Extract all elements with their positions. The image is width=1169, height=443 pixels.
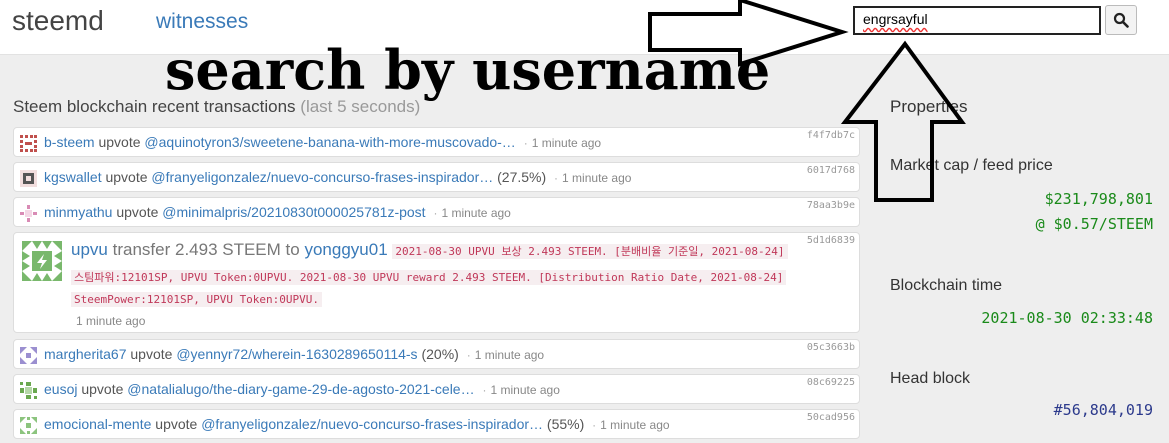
tx-hash-link[interactable]: 08c69225	[807, 377, 855, 388]
tx-weight: (27.5%)	[497, 169, 547, 185]
tx-target-link[interactable]: @yennyr72/wherein-1630289650114-s	[176, 346, 417, 362]
tx-user-link[interactable]: margherita67	[44, 346, 127, 362]
transfer-recipient-link[interactable]: yonggyu01	[304, 240, 387, 259]
tx-target-link[interactable]: @natalialugo/the-diary-game-29-de-agosto…	[127, 381, 474, 397]
transfer-memo-part-1: 2021-08-30 UPVU 보상 2.493 STEEM. [분배비율 기준…	[392, 244, 788, 259]
nav-link-witnesses[interactable]: witnesses	[156, 10, 248, 34]
separator-dot: ·	[482, 383, 487, 397]
magnifier-icon	[1113, 12, 1129, 28]
annotation-caption: search by username	[165, 38, 771, 102]
transfer-memo-part-2: 스팀파워:12101SP, UPVU Token:0UPVU. 2021-08-…	[71, 270, 787, 285]
separator-dot: ·	[523, 136, 528, 150]
tx-user-link[interactable]: eusoj	[44, 381, 77, 397]
transfer-memo-part-3: SteemPower:12101SP, UPVU Token:0UPVU.	[71, 292, 323, 307]
separator-dot: ·	[466, 348, 471, 362]
user-avatar-icon	[20, 382, 37, 399]
search-input-value: engrsayful	[863, 11, 928, 27]
tx-hash-link[interactable]: 05c3663b	[807, 342, 855, 353]
tx-hash-link[interactable]: 50cad956	[807, 412, 855, 423]
feed-price-value: @ $0.57/STEEM	[1035, 215, 1153, 233]
brand-logo[interactable]: steemd	[12, 5, 104, 37]
transaction-row: margherita67 upvote @yennyr72/wherein-16…	[13, 339, 860, 369]
tx-user-link[interactable]: b-steem	[44, 134, 95, 150]
user-avatar-icon	[20, 417, 37, 434]
transaction-row: eusoj upvote @natalialugo/the-diary-game…	[13, 374, 860, 404]
properties-title: Properties	[890, 97, 968, 116]
tx-weight: (55%)	[546, 416, 585, 432]
tx-user-link[interactable]: emocional-mente	[44, 416, 151, 432]
head-block-label: Head block	[890, 370, 971, 387]
user-avatar-icon	[22, 241, 62, 281]
transfer-memo-line: SteemPower:12101SP, UPVU Token:0UPVU.	[71, 292, 323, 307]
transaction-text: kgswallet upvote @franyeligonzalez/nuevo…	[44, 169, 631, 185]
tx-time: 1 minute ago	[600, 418, 670, 432]
tx-op: upvote	[155, 416, 198, 432]
transaction-text: eusoj upvote @natalialugo/the-diary-game…	[44, 381, 560, 397]
tx-time: 1 minute ago	[441, 206, 511, 220]
tx-target-link[interactable]: @franyeligonzalez/nuevo-concurso-frases-…	[151, 169, 493, 185]
tx-time: 1 minute ago	[474, 348, 545, 362]
transaction-row: b-steem upvote @aquinotyron3/sweetene-ba…	[13, 127, 860, 157]
arrow-up-icon	[840, 40, 966, 202]
tx-hash-link[interactable]: 5d1d6839	[807, 235, 855, 246]
separator-dot: ·	[554, 171, 559, 185]
tx-time: 1 minute ago	[531, 136, 602, 150]
transaction-row: minmyathu upvote @minimalpris/20210830t0…	[13, 197, 860, 227]
tx-hash-link[interactable]: f4f7db7c	[807, 130, 855, 141]
tx-op: upvote	[98, 134, 141, 150]
tx-op: transfer	[112, 240, 171, 259]
tx-op: upvote	[116, 204, 159, 220]
tx-target-link[interactable]: @aquinotyron3/sweetene-banana-with-more-…	[144, 134, 515, 150]
blockchain-time-label: Blockchain time	[890, 277, 1003, 294]
transaction-row: kgswallet upvote @franyeligonzalez/nuevo…	[13, 162, 860, 192]
tx-user-link[interactable]: upvu	[71, 240, 108, 259]
market-cap-value: $231,798,801	[1044, 190, 1153, 208]
transfer-to-word: to	[285, 240, 300, 259]
tx-hash-link[interactable]: 6017d768	[807, 165, 855, 176]
transaction-text: margherita67 upvote @yennyr72/wherein-16…	[44, 346, 544, 362]
transfer-headline: upvu transfer 2.493 STEEM to yonggyu01 2…	[71, 240, 788, 260]
tx-weight: (20%)	[421, 346, 459, 362]
tx-time: 1 minute ago	[490, 383, 560, 397]
search-input[interactable]: engrsayful	[853, 6, 1101, 35]
tx-time: 1 minute ago	[562, 171, 632, 185]
tx-op: upvote	[105, 169, 148, 185]
user-avatar-icon	[20, 170, 37, 187]
blockchain-time-value: 2021-08-30 02:33:48	[981, 309, 1153, 327]
transaction-row: emocional-mente upvote @franyeligonzalez…	[13, 409, 860, 439]
tx-hash-link[interactable]: 78aa3b9e	[807, 200, 855, 211]
transfer-amount: 2.493 STEEM	[174, 240, 281, 259]
tx-target-link[interactable]: @minimalpris/20210830t000025781z-post	[162, 204, 425, 220]
user-avatar-icon	[20, 135, 37, 152]
transaction-text: emocional-mente upvote @franyeligonzalez…	[44, 416, 670, 432]
tx-user-link[interactable]: kgswallet	[44, 169, 102, 185]
tx-user-link[interactable]: minmyathu	[44, 204, 112, 220]
tx-time: 1 minute ago	[76, 314, 146, 328]
separator-dot: ·	[433, 206, 438, 220]
separator-dot: ·	[592, 418, 597, 432]
market-cap-label: Market cap / feed price	[890, 157, 1053, 174]
transaction-text: b-steem upvote @aquinotyron3/sweetene-ba…	[44, 134, 601, 150]
transfer-memo-line: 스팀파워:12101SP, UPVU Token:0UPVU. 2021-08-…	[71, 269, 787, 285]
tx-target-link[interactable]: @franyeligonzalez/nuevo-concurso-frases-…	[201, 416, 543, 432]
tx-op: upvote	[130, 346, 173, 362]
transfer-row: upvu transfer 2.493 STEEM to yonggyu01 2…	[13, 232, 860, 333]
tx-op: upvote	[81, 381, 124, 397]
user-avatar-icon	[20, 347, 37, 364]
search-button[interactable]	[1105, 5, 1137, 35]
head-block-value[interactable]: #56,804,019	[1054, 401, 1153, 419]
user-avatar-icon	[20, 205, 37, 222]
transaction-text: minmyathu upvote @minimalpris/20210830t0…	[44, 204, 511, 220]
